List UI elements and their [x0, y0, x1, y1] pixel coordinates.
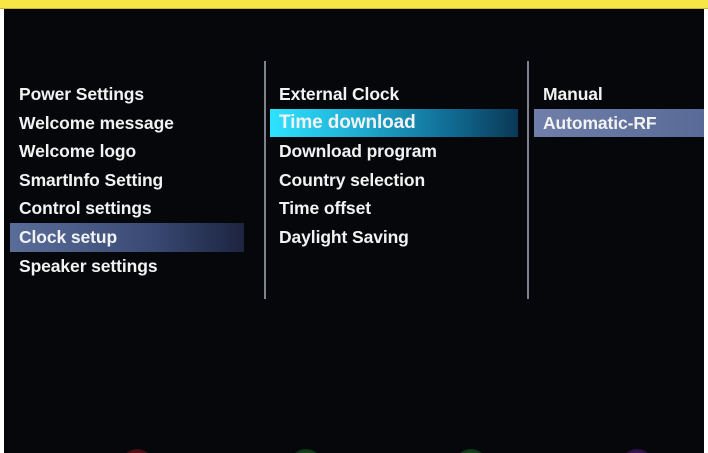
- menu-item-clock-setup[interactable]: Clock setup: [10, 222, 244, 252]
- menu-item-smartinfo-setting[interactable]: SmartInfo Setting: [10, 166, 244, 195]
- column-divider: [264, 61, 266, 299]
- menu-item-country-selection[interactable]: Country selection: [270, 166, 518, 195]
- yellow-key-icon: [456, 449, 486, 453]
- option-manual[interactable]: Manual: [534, 80, 704, 109]
- tv-screen: Power Settings Welcome message Welcome l…: [4, 9, 704, 453]
- menu-item-daylight-saving[interactable]: Daylight Saving: [270, 223, 518, 252]
- menu-item-time-offset[interactable]: Time offset: [270, 194, 518, 223]
- menu-item-external-clock[interactable]: External Clock: [270, 80, 518, 109]
- green-key-icon: [291, 449, 321, 453]
- menu-column-clock-setup: External Clock Time download Download pr…: [270, 80, 518, 252]
- menu-column-main: Power Settings Welcome message Welcome l…: [10, 80, 244, 280]
- menu-column-options: Manual Automatic-RF: [534, 80, 704, 138]
- menu-item-welcome-logo[interactable]: Welcome logo: [10, 137, 244, 166]
- blue-key-icon: [622, 449, 652, 453]
- column-divider: [527, 61, 529, 299]
- menu-item-time-download[interactable]: Time download: [270, 108, 518, 138]
- menu-item-power-settings[interactable]: Power Settings: [10, 80, 244, 109]
- remote-color-key-hints: [4, 449, 704, 453]
- menu-item-speaker-settings[interactable]: Speaker settings: [10, 252, 244, 281]
- option-automatic-rf[interactable]: Automatic-RF: [534, 108, 704, 138]
- menu-item-control-settings[interactable]: Control settings: [10, 194, 244, 223]
- menu-item-download-program[interactable]: Download program: [270, 137, 518, 166]
- menu-item-welcome-message[interactable]: Welcome message: [10, 109, 244, 138]
- red-key-icon: [122, 449, 152, 453]
- yellow-frame-top: [0, 0, 708, 9]
